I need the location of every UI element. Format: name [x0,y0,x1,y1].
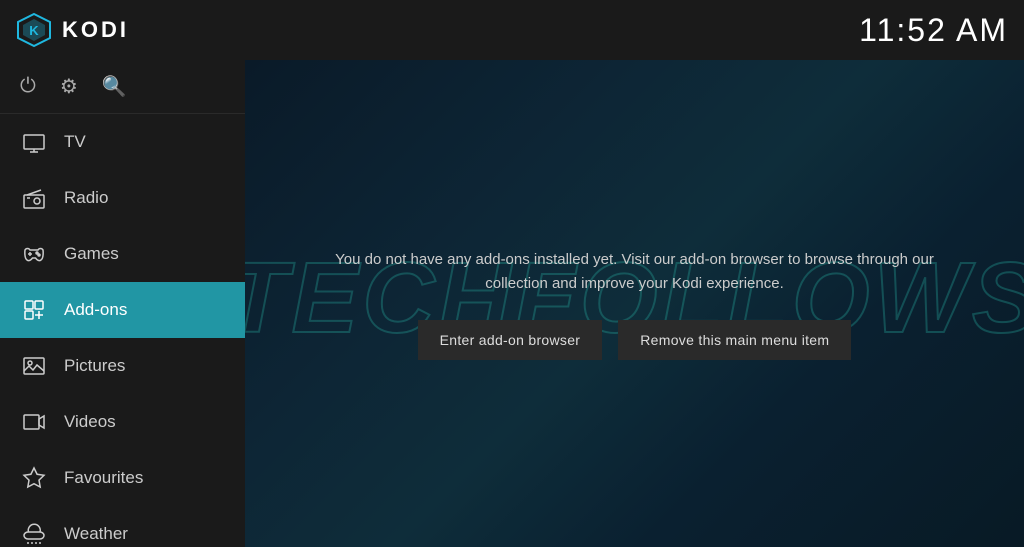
enter-addon-browser-button[interactable]: Enter add-on browser [418,320,603,360]
content-area: TECHFOLLOWS You do not have any add-ons … [245,60,1024,547]
sidebar-item-pictures[interactable]: Pictures [0,338,245,394]
info-text: You do not have any add-ons installed ye… [315,248,955,296]
top-bar: K KODI 11:52 AM [0,0,1024,60]
weather-icon [20,520,48,547]
sidebar-item-videos[interactable]: Videos [0,394,245,450]
sidebar-item-games[interactable]: Games [0,226,245,282]
sidebar-item-favourites[interactable]: Favourites [0,450,245,506]
svg-text:K: K [29,23,39,38]
sidebar-item-weather-label: Weather [64,524,128,544]
power-icon[interactable]: ⏻ [20,75,36,98]
sidebar-item-radio-label: Radio [64,188,108,208]
pictures-icon [20,352,48,380]
sidebar-item-addons[interactable]: Add-ons [0,282,245,338]
sidebar-item-tv-label: TV [64,132,86,152]
videos-icon [20,408,48,436]
sidebar-item-weather[interactable]: Weather [0,506,245,547]
tv-icon [20,128,48,156]
nav-items: TV Radio [0,114,245,547]
sidebar-item-addons-label: Add-ons [64,300,127,320]
action-buttons: Enter add-on browser Remove this main me… [418,320,852,360]
kodi-logo-icon: K [16,12,52,48]
time-display: 11:52 AM [859,12,1008,49]
sidebar-item-pictures-label: Pictures [64,356,125,376]
settings-icon[interactable]: ⚙ [60,74,78,99]
games-icon [20,240,48,268]
search-icon[interactable]: 🔍 [102,74,127,99]
sidebar-item-radio[interactable]: Radio [0,170,245,226]
sidebar-controls: ⏻ ⚙ 🔍 [0,60,245,114]
addons-icon [20,296,48,324]
remove-menu-item-button[interactable]: Remove this main menu item [618,320,851,360]
main-layout: ⏻ ⚙ 🔍 TV [0,60,1024,547]
content-inner: You do not have any add-ons installed ye… [275,228,995,380]
sidebar-item-videos-label: Videos [64,412,116,432]
app-name: KODI [62,17,129,43]
radio-icon [20,184,48,212]
favourites-icon [20,464,48,492]
sidebar: ⏻ ⚙ 🔍 TV [0,60,245,547]
logo-area: K KODI [16,12,129,48]
sidebar-item-tv[interactable]: TV [0,114,245,170]
sidebar-item-favourites-label: Favourites [64,468,143,488]
sidebar-item-games-label: Games [64,244,119,264]
